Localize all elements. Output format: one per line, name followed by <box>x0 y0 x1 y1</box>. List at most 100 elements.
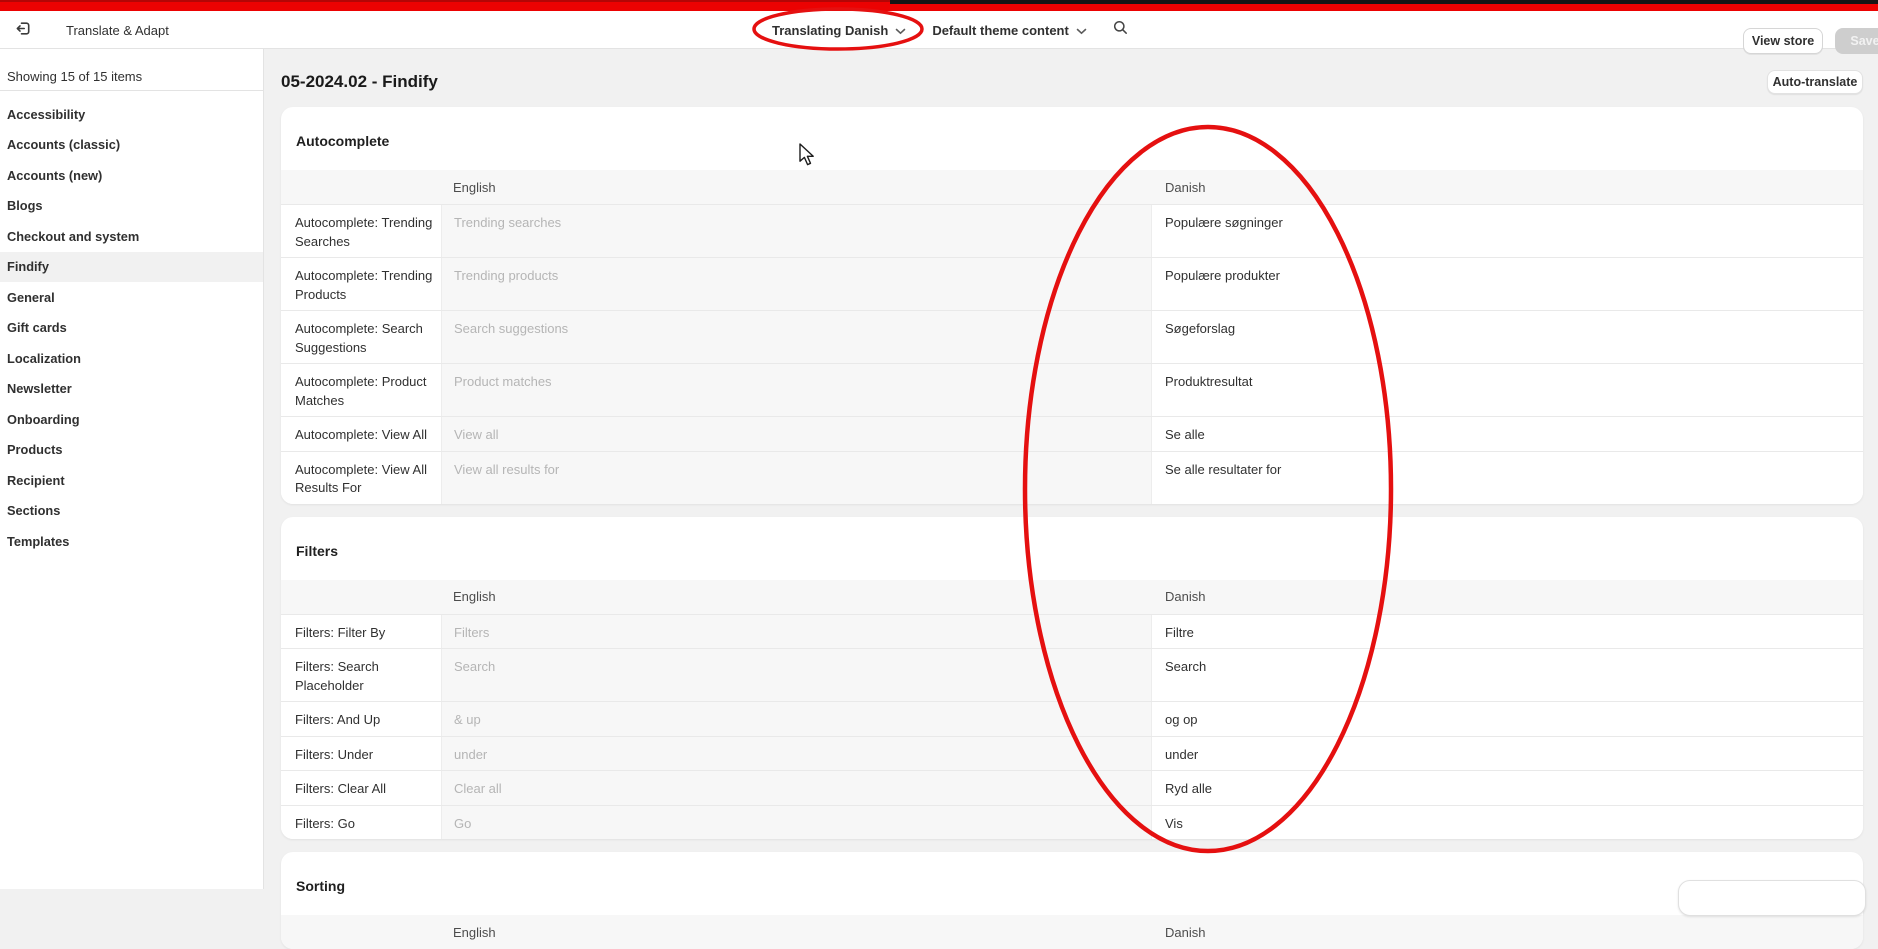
english-source-text: Search <box>441 649 1152 701</box>
column-header-danish: Danish <box>1165 924 1206 940</box>
column-header-english: English <box>453 589 496 604</box>
danish-translation-field[interactable]: Søgeforslag <box>1152 311 1863 363</box>
english-source-text: Trending products <box>441 258 1152 310</box>
english-source-text: View all results for <box>441 451 1152 504</box>
header-center-controls: Translating Danish Default theme content <box>772 11 1128 49</box>
sidebar-item-recipient[interactable]: Recipient <box>0 465 263 496</box>
top-header-bar: Translate & Adapt Translating Danish Def… <box>0 11 1878 54</box>
sidebar-item-templates[interactable]: Templates <box>0 526 263 557</box>
page-title: 05-2024.02 - Findify <box>281 72 438 91</box>
danish-translation-field[interactable]: og op <box>1152 702 1863 736</box>
theme-content-selector[interactable]: Default theme content <box>932 23 1087 38</box>
chevron-down-icon <box>1076 23 1087 38</box>
english-source-text: Go <box>441 805 1152 839</box>
translation-key-label: Autocomplete: View All Results For <box>295 461 427 496</box>
chevron-down-icon <box>895 23 906 38</box>
translation-key-label: Autocomplete: Product Matches <box>295 374 427 408</box>
table-row: Filters: Under under under <box>281 735 1863 771</box>
sidebar-item-localization[interactable]: Localization <box>0 343 263 374</box>
translation-key-label: Autocomplete: View All <box>295 427 427 442</box>
danish-translation-field[interactable]: Populære produkter <box>1152 258 1863 310</box>
translation-key-label: Filters: Clear All <box>295 781 387 796</box>
english-source-text: Product matches <box>441 364 1152 416</box>
english-source-text: & up <box>441 702 1152 736</box>
sidebar-item-products[interactable]: Products <box>0 435 263 466</box>
column-header-danish: Danish <box>1165 589 1206 604</box>
sidebar-item-accessibility[interactable]: Accessibility <box>0 99 263 130</box>
table-row: Filters: And Up & up og op <box>281 701 1863 736</box>
sidebar-item-findify[interactable]: Findify <box>0 251 263 282</box>
black-top-line <box>890 0 1878 4</box>
column-header-danish: Danish <box>1165 179 1206 195</box>
section-card-sorting: Sorting English Danish <box>281 852 1863 949</box>
search-icon <box>1113 20 1128 40</box>
table-header-row: English Danish <box>281 170 1863 204</box>
english-source-text: Trending searches <box>441 205 1152 257</box>
translation-key-label: Filters: Search Placeholder <box>295 659 379 693</box>
theme-selector-label: Default theme content <box>932 22 1069 38</box>
danish-translation-field[interactable]: Filtre <box>1152 615 1863 649</box>
sidebar-item-onboarding[interactable]: Onboarding <box>0 404 263 435</box>
table-row: Filters: Clear All Clear all Ryd alle <box>281 770 1863 805</box>
translation-key-label: Filters: And Up <box>295 712 381 727</box>
english-source-text: Filters <box>441 614 1152 648</box>
danish-translation-field[interactable]: Vis <box>1152 806 1863 840</box>
table-row: Autocomplete: View All View all Se alle <box>281 416 1863 451</box>
view-store-button[interactable]: View store <box>1743 28 1823 54</box>
column-header-english: English <box>453 179 496 195</box>
table-row: Filters: Search Placeholder Search Search <box>281 648 1863 701</box>
english-source-text: View all <box>441 417 1152 451</box>
danish-translation-field[interactable]: Populære søgninger <box>1152 205 1863 257</box>
sidebar-item-accounts-classic[interactable]: Accounts (classic) <box>0 130 263 161</box>
section-card-autocomplete: Autocomplete English Danish Autocomplete: T… <box>281 107 1863 504</box>
english-source-text: under <box>441 736 1152 770</box>
translation-key-label: Filters: Go <box>295 815 355 831</box>
translation-key-label: Filters: Under <box>295 746 374 762</box>
translation-key-label: Autocomplete: Search Suggestions <box>295 321 423 355</box>
sidebar-item-accounts-new[interactable]: Accounts (new) <box>0 160 263 191</box>
section-title: Autocomplete <box>296 133 390 149</box>
language-selector[interactable]: Translating Danish <box>772 23 906 38</box>
table-row: Autocomplete: Product Matches Product mat… <box>281 363 1863 416</box>
translation-key-label: Filters: Filter By <box>295 624 386 640</box>
translation-key-label: Autocomplete: Trending Products <box>295 268 433 302</box>
app-title: Translate & Adapt <box>66 22 169 38</box>
sidebar: Showing 15 of 15 items Accessibility Acco… <box>0 49 264 889</box>
danish-translation-field[interactable]: Produktresultat <box>1152 364 1863 416</box>
exit-icon <box>15 20 32 42</box>
main-content: 05-2024.02 - Findify Auto-translate Auto… <box>264 49 1878 949</box>
table-row: Autocomplete: View All Results For View a… <box>281 450 1863 504</box>
section-title: Filters <box>296 542 339 559</box>
partial-cutoff-button[interactable] <box>1678 880 1866 916</box>
save-button[interactable]: Save <box>1835 28 1878 54</box>
danish-translation-field[interactable]: Se alle <box>1152 417 1863 451</box>
table-header-row: English Danish <box>281 915 1863 949</box>
table-row: Filters: Filter By Filters Filtre <box>281 613 1863 649</box>
translation-key-label: Autocomplete: Trending Searches <box>295 215 433 249</box>
sidebar-list: Accessibility Accounts (classic) Accounts … <box>0 91 263 557</box>
auto-translate-button[interactable]: Auto-translate <box>1767 70 1863 94</box>
table-header-row: English Danish <box>281 579 1863 614</box>
table-row: Autocomplete: Search Suggestions Search s… <box>281 310 1863 363</box>
section-cards: Autocomplete English Danish Autocomplete: T… <box>281 107 1863 949</box>
sidebar-item-checkout-and-system[interactable]: Checkout and system <box>0 221 263 252</box>
english-source-text: Clear all <box>441 771 1152 805</box>
sidebar-item-gift-cards[interactable]: Gift cards <box>0 313 263 344</box>
section-card-filters: Filters English Danish Filters: Filter By Fi… <box>281 516 1863 840</box>
exit-app-button[interactable] <box>10 18 36 44</box>
sidebar-item-sections[interactable]: Sections <box>0 496 263 527</box>
danish-translation-field[interactable]: Search <box>1152 649 1863 701</box>
search-button[interactable] <box>1113 20 1128 40</box>
language-selector-label: Translating Danish <box>772 22 889 38</box>
danish-translation-field[interactable]: Se alle resultater for <box>1152 452 1863 504</box>
danish-translation-field[interactable]: Ryd alle <box>1152 771 1863 805</box>
sidebar-items-count: Showing 15 of 15 items <box>0 49 263 91</box>
table-row: Filters: Go Go Vis <box>281 804 1863 840</box>
section-title: Sorting <box>296 878 345 894</box>
sidebar-item-general[interactable]: General <box>0 282 263 313</box>
table-row: Autocomplete: Trending Searches Trending … <box>281 204 1863 257</box>
danish-translation-field[interactable]: under <box>1152 737 1863 771</box>
column-header-english: English <box>453 924 496 940</box>
sidebar-item-blogs[interactable]: Blogs <box>0 191 263 222</box>
sidebar-item-newsletter[interactable]: Newsletter <box>0 374 263 405</box>
